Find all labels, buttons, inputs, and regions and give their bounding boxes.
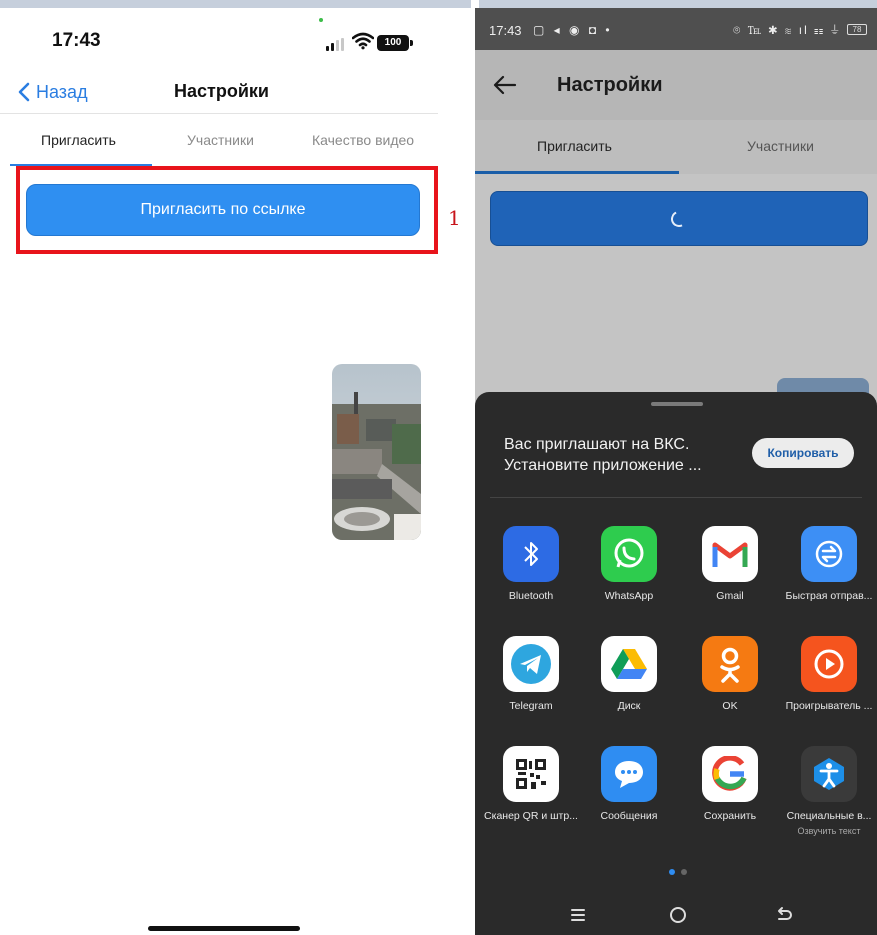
app-label: Быстрая отправ... — [785, 590, 873, 602]
ios-tabs: Пригласить Участники Качество видео — [10, 128, 438, 166]
tab-invite[interactable]: Пригласить — [537, 138, 612, 154]
share-message-line-2: Установите приложение ... — [504, 457, 702, 474]
gmail-icon — [702, 526, 758, 582]
share-app-qr-scanner[interactable]: Сканер QR и штр... — [477, 746, 578, 846]
wifi-icon — [352, 32, 374, 50]
share-message-line-1: Вас приглашают на ВКС. — [504, 436, 690, 453]
page-indicator — [669, 869, 693, 877]
ok-icon — [702, 636, 758, 692]
back-button[interactable]: Назад — [18, 80, 88, 104]
page-title: Настройки — [174, 81, 269, 101]
divider — [490, 497, 862, 498]
share-app-messages[interactable]: Сообщения — [575, 746, 675, 846]
ios-screen: 17:43 100 Назад Настройки Пригласить Уча… — [0, 8, 471, 935]
whatsapp-icon — [601, 526, 657, 582]
tab-participants[interactable]: Участники — [747, 138, 814, 154]
bluetooth-icon — [503, 526, 559, 582]
chevron-left-icon — [18, 82, 30, 102]
share-sheet: Вас приглашают на ВКС. Установите прилож… — [475, 392, 877, 935]
messages-icon — [601, 746, 657, 802]
active-tab-indicator — [475, 171, 679, 174]
cellular-signal-icon — [326, 38, 346, 51]
battery-icon: 100 — [377, 35, 413, 51]
invite-by-link-button[interactable]: Пригласить по ссылке — [26, 184, 420, 236]
tab-participants[interactable]: Участники — [187, 132, 254, 148]
sheet-drag-handle[interactable] — [651, 402, 703, 406]
app-label: Специальные в... — [786, 810, 872, 822]
drive-icon — [601, 636, 657, 692]
system-status-icons: ⌾ ℡ ✱ ≋ ıl ☷ ⏚ — [733, 23, 841, 37]
share-app-quick-send[interactable]: Быстрая отправ... — [775, 526, 875, 626]
quick-send-icon — [801, 526, 857, 582]
android-tabs: Пригласить Участники — [475, 120, 877, 174]
home-circle-icon[interactable] — [666, 903, 690, 927]
qr-scanner-icon — [503, 746, 559, 802]
copy-button[interactable]: Копировать — [752, 438, 854, 468]
back-arrow-icon[interactable] — [493, 75, 517, 95]
annotation-number: 1 — [448, 206, 461, 230]
android-status-bar: 17:43 ▢ ◂ ◉ ◘ • ⌾ ℡ ✱ ≋ ıl ☷ ⏚ 78 — [475, 8, 877, 50]
page-title: Настройки — [557, 74, 663, 96]
telegram-icon — [503, 636, 559, 692]
loading-spinner-icon — [668, 208, 690, 229]
home-indicator — [148, 926, 300, 931]
share-app-whatsapp[interactable]: WhatsApp — [575, 526, 675, 626]
share-app-player[interactable]: Проигрыватель ... — [775, 636, 875, 736]
ios-nav-bar: Назад Настройки — [0, 70, 438, 114]
tab-invite[interactable]: Пригласить — [41, 132, 116, 148]
share-message: Вас приглашают на ВКС. Установите прилож… — [504, 434, 744, 476]
recents-menu-icon[interactable] — [566, 903, 590, 927]
android-screen: 17:43 ▢ ◂ ◉ ◘ • ⌾ ℡ ✱ ≋ ıl ☷ ⏚ 78 Настро… — [475, 8, 877, 935]
android-app-bar: Настройки — [475, 50, 877, 120]
accessibility-icon — [801, 746, 857, 802]
android-status-time: 17:43 — [489, 23, 522, 38]
share-app-drive[interactable]: Диск — [575, 636, 675, 736]
app-sublabel: Озвучить текст — [797, 826, 861, 836]
ios-status-time: 17:43 — [52, 30, 101, 51]
tab-video-quality[interactable]: Качество видео — [312, 132, 414, 148]
share-app-bluetooth[interactable]: Bluetooth — [477, 526, 577, 626]
back-nav-icon[interactable] — [772, 903, 796, 927]
share-app-ok[interactable]: OK — [676, 636, 776, 736]
google-icon — [702, 746, 758, 802]
app-label: Проигрыватель ... — [785, 700, 873, 712]
share-app-telegram[interactable]: Telegram — [477, 636, 577, 736]
notification-icons: ▢ ◂ ◉ ◘ • — [533, 23, 613, 37]
back-label: Назад — [36, 81, 88, 102]
battery-icon: 78 — [847, 24, 867, 35]
camera-indicator-icon — [319, 18, 323, 22]
share-app-accessibility[interactable]: Специальные в... Озвучить текст — [775, 746, 875, 846]
video-preview — [332, 364, 421, 540]
share-app-google-save[interactable]: Сохранить — [676, 746, 776, 846]
top-band — [0, 0, 877, 8]
invite-by-link-button-loading[interactable] — [490, 191, 868, 246]
player-icon — [801, 636, 857, 692]
android-nav-bar — [475, 897, 877, 935]
share-app-gmail[interactable]: Gmail — [676, 526, 776, 626]
